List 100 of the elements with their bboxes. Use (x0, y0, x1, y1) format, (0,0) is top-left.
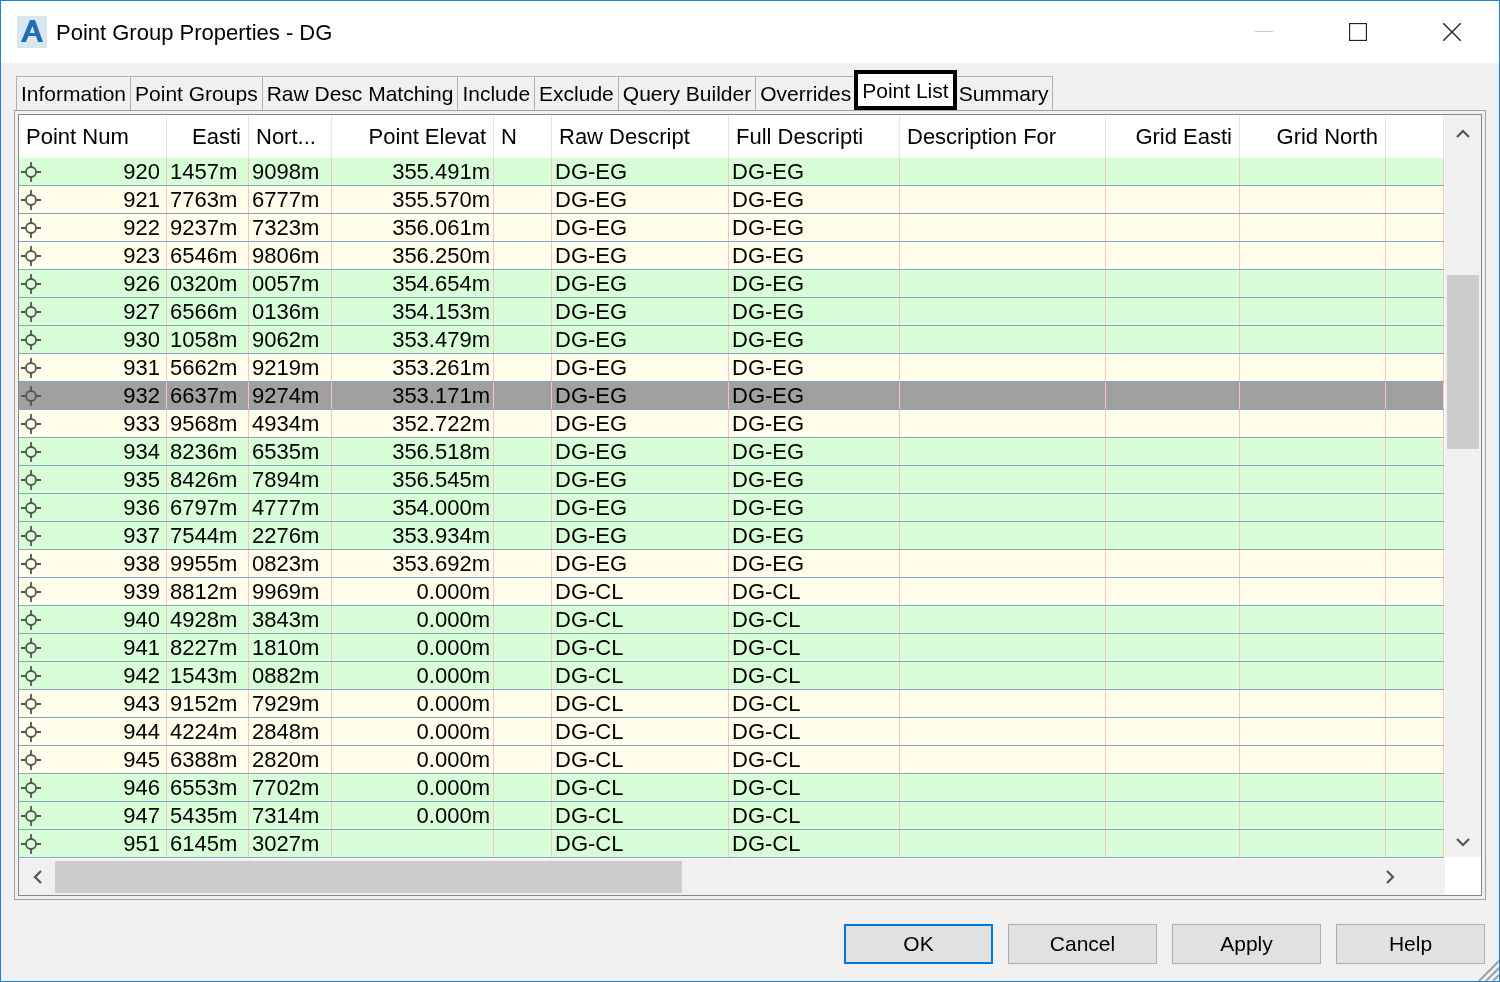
table-cell: DG-EG (552, 466, 729, 493)
table-cell: 9219m (249, 354, 332, 381)
table-cell: DG-CL (552, 802, 729, 829)
table-cell: 2848m (249, 718, 332, 745)
table-row[interactable]: 941 8227m 1810m 0.000m DG-CL DG-CL (19, 634, 1444, 662)
table-cell: 355.491m (332, 158, 494, 185)
table-row[interactable]: 945 6388m 2820m 0.000m DG-CL DG-CL (19, 746, 1444, 774)
scroll-right-icon (1385, 870, 1395, 884)
point-marker-icon (21, 749, 41, 770)
table-cell: DG-EG (729, 158, 900, 185)
table-cell: 0057m (249, 270, 332, 297)
table-row[interactable]: 922 9237m 7323m 356.061m DG-EG DG-EG (19, 214, 1444, 242)
table-row[interactable]: 951 6145m 3027m DG-CL DG-CL (19, 830, 1444, 858)
table-row[interactable]: 939 8812m 9969m 0.000m DG-CL DG-CL (19, 578, 1444, 606)
point-marker-icon (21, 581, 41, 602)
table-row[interactable]: 943 9152m 7929m 0.000m DG-CL DG-CL (19, 690, 1444, 718)
vertical-scrollbar[interactable] (1445, 115, 1481, 857)
table-cell: 939 (123, 580, 160, 603)
table-row[interactable]: 931 5662m 9219m 353.261m DG-EG DG-EG (19, 354, 1444, 382)
table-cell: 4928m (167, 606, 249, 633)
table-cell: 7929m (249, 690, 332, 717)
tab[interactable]: Exclude (535, 76, 619, 110)
table-cell: 931 (123, 356, 160, 379)
table-cell: 3843m (249, 606, 332, 633)
point-marker-icon (21, 301, 41, 322)
table-cell: 1457m (167, 158, 249, 185)
table-row[interactable]: 920 1457m 9098m 355.491m DG-EG DG-EG (19, 158, 1444, 186)
table-cell: DG-EG (729, 494, 900, 521)
table-cell: 3027m (249, 830, 332, 857)
dialog-button[interactable]: Apply (1172, 924, 1321, 964)
table-cell: DG-CL (552, 774, 729, 801)
tab[interactable]: Point Groups (131, 76, 263, 110)
scrollbar-thumb[interactable] (1447, 275, 1479, 449)
table-cell: 6637m (167, 382, 249, 409)
table-cell: 951 (123, 832, 160, 855)
table-cell: 9969m (249, 578, 332, 605)
table-cell: 9568m (167, 410, 249, 437)
table-cell: 930 (123, 328, 160, 351)
point-marker-icon (21, 777, 41, 798)
table-row[interactable]: 930 1058m 9062m 353.479m DG-EG DG-EG (19, 326, 1444, 354)
tab[interactable]: Include (458, 76, 536, 110)
table-cell: 0320m (167, 270, 249, 297)
dialog-button[interactable]: Help (1336, 924, 1485, 964)
table-cell: DG-EG (552, 270, 729, 297)
table-row[interactable]: 934 8236m 6535m 356.518m DG-EG DG-EG (19, 438, 1444, 466)
table-cell: 8812m (167, 578, 249, 605)
point-marker-icon (21, 609, 41, 630)
table-row[interactable]: 944 4224m 2848m 0.000m DG-CL DG-CL (19, 718, 1444, 746)
table-row[interactable]: 927 6566m 0136m 354.153m DG-EG DG-EG (19, 298, 1444, 326)
table-row[interactable]: 926 0320m 0057m 354.654m DG-EG DG-EG (19, 270, 1444, 298)
table-cell: 6546m (167, 242, 249, 269)
table-cell: 0.000m (332, 774, 494, 801)
table-cell: 923 (123, 244, 160, 267)
tab[interactable]: Point List (854, 70, 957, 110)
table-cell: 947 (123, 804, 160, 827)
table-row[interactable]: 947 5435m 7314m 0.000m DG-CL DG-CL (19, 802, 1444, 830)
point-marker-icon (21, 189, 41, 210)
table-cell: 0.000m (332, 690, 494, 717)
table-cell: 920 (123, 160, 160, 183)
table-row[interactable]: 938 9955m 0823m 353.692m DG-EG DG-EG (19, 550, 1444, 578)
table-cell: 1058m (167, 326, 249, 353)
table-cell: 942 (123, 664, 160, 687)
table-row[interactable]: 923 6546m 9806m 356.250m DG-EG DG-EG (19, 242, 1444, 270)
table-cell: 353.261m (332, 354, 494, 381)
table-cell: 937 (123, 524, 160, 547)
table-cell: 7544m (167, 522, 249, 549)
dialog-button[interactable]: OK (844, 924, 993, 964)
table-cell: 9955m (167, 550, 249, 577)
table-cell: 1543m (167, 662, 249, 689)
table-row[interactable]: 942 1543m 0882m 0.000m DG-CL DG-CL (19, 662, 1444, 690)
horizontal-scrollbar[interactable] (19, 859, 1445, 895)
tab[interactable]: Information (16, 76, 132, 110)
tab[interactable]: Summary (954, 76, 1054, 110)
table-row[interactable]: 940 4928m 3843m 0.000m DG-CL DG-CL (19, 606, 1444, 634)
tab[interactable]: Raw Desc Matching (262, 76, 459, 110)
point-marker-icon (21, 217, 41, 238)
point-marker-icon (21, 497, 41, 518)
dialog-button[interactable]: Cancel (1008, 924, 1157, 964)
table-cell: 0.000m (332, 578, 494, 605)
table-row[interactable]: 933 9568m 4934m 352.722m DG-EG DG-EG (19, 410, 1444, 438)
point-marker-icon (21, 413, 41, 434)
table-cell: 0.000m (332, 606, 494, 633)
table-cell: 0.000m (332, 718, 494, 745)
point-marker-icon (21, 385, 41, 406)
table-cell: DG-CL (729, 578, 900, 605)
table-cell: DG-CL (729, 802, 900, 829)
table-row[interactable]: 937 7544m 2276m 353.934m DG-EG DG-EG (19, 522, 1444, 550)
table-cell: DG-EG (552, 550, 729, 577)
table-row[interactable]: 935 8426m 7894m 356.545m DG-EG DG-EG (19, 466, 1444, 494)
table-row[interactable]: 921 7763m 6777m 355.570m DG-EG DG-EG (19, 186, 1444, 214)
table-row[interactable]: 946 6553m 7702m 0.000m DG-CL DG-CL (19, 774, 1444, 802)
table-cell: DG-EG (729, 354, 900, 381)
table-cell: DG-EG (552, 438, 729, 465)
table-cell: 7894m (249, 466, 332, 493)
table-row[interactable]: 936 6797m 4777m 354.000m DG-EG DG-EG (19, 494, 1444, 522)
table-row[interactable]: 932 6637m 9274m 353.171m DG-EG DG-EG (19, 382, 1444, 410)
scrollbar-thumb[interactable] (55, 861, 682, 893)
tab[interactable]: Query Builder (618, 76, 757, 110)
table-cell: 6388m (167, 746, 249, 773)
point-marker-icon (21, 161, 41, 182)
